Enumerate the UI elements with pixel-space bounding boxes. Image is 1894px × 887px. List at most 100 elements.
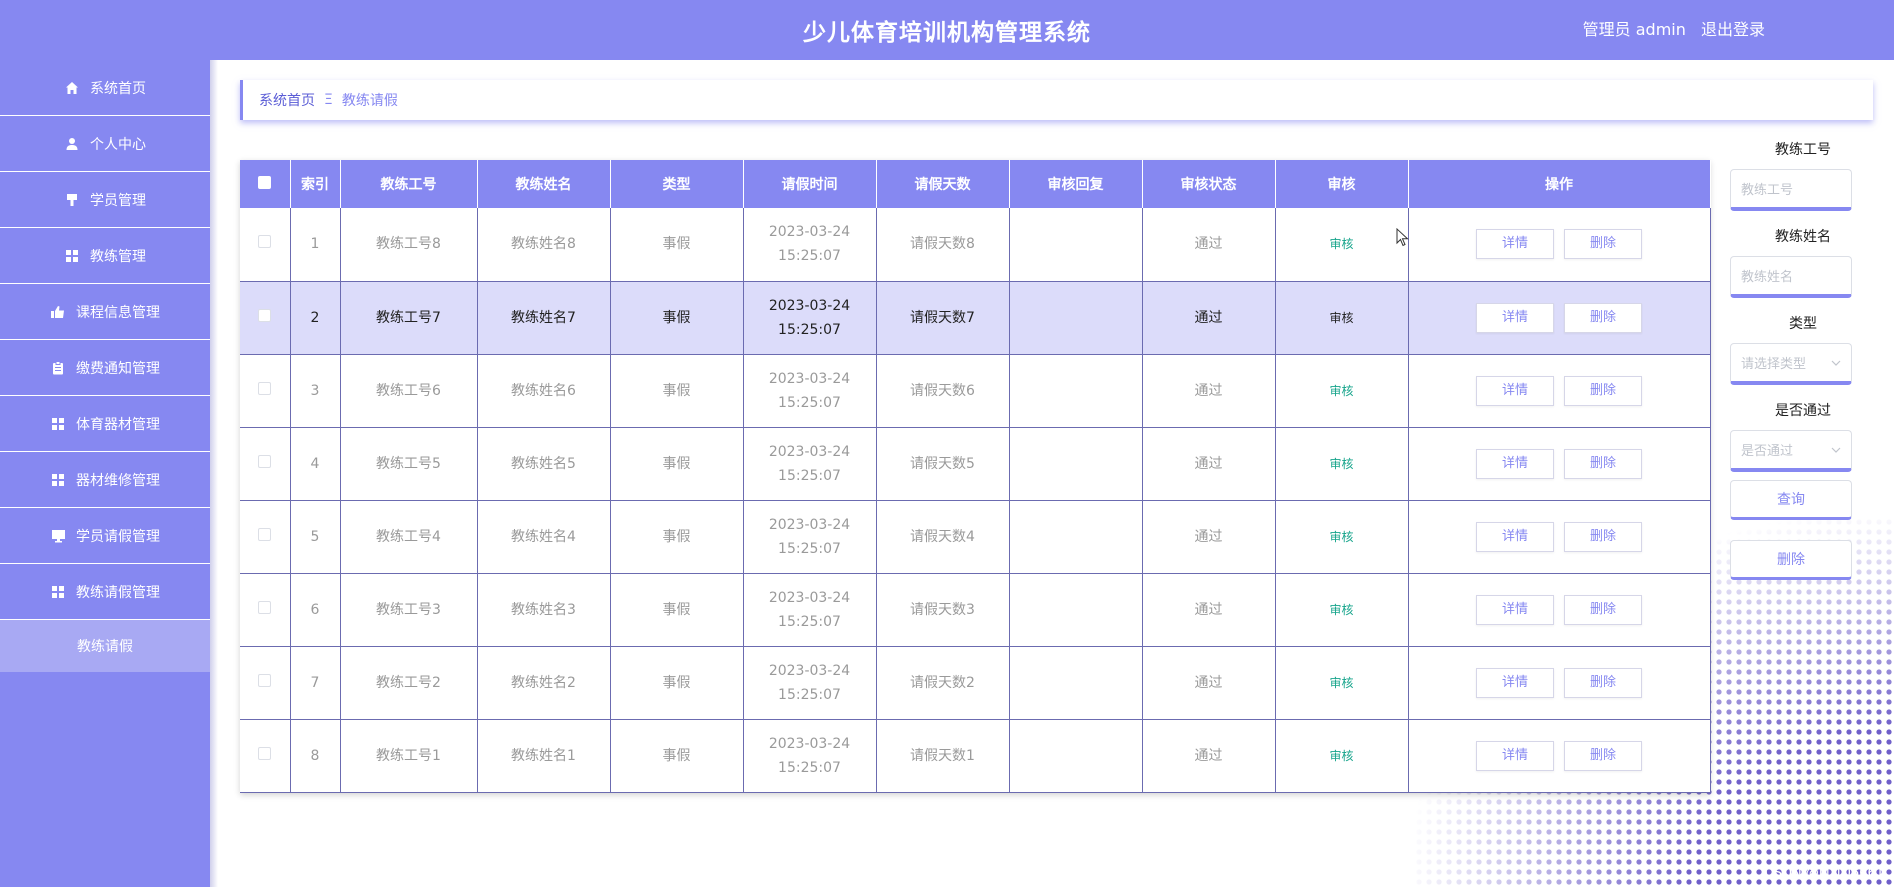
thumb-icon (50, 304, 66, 320)
type-cell: 事假 (610, 208, 744, 282)
row-checkbox[interactable] (258, 600, 272, 614)
sidebar-item-student-leave[interactable]: 学员请假管理 (0, 508, 210, 564)
grid-icon (50, 416, 66, 432)
table-row[interactable]: 5 教练工号4 教练姓名4 事假 2023-03-24 15:25:07 请假天数4 通过审… (240, 500, 1711, 574)
delete-button[interactable]: 删除 (1564, 740, 1642, 771)
table-row[interactable]: 2 教练工号7 教练姓名7 事假 2023-03-24 15:25:07 请假天数7 通过审… (240, 281, 1711, 355)
row-checkbox-cell[interactable] (240, 573, 291, 647)
status-cell: 通过 (1142, 500, 1276, 574)
sidebar-item-payment[interactable]: 缴费通知管理 (0, 340, 210, 396)
row-checkbox[interactable] (258, 454, 272, 468)
row-checkbox-cell[interactable] (240, 427, 291, 501)
table-row[interactable]: 7 教练工号2 教练姓名2 事假 2023-03-24 15:25:07 请假天数2 通过审… (240, 646, 1711, 720)
detail-button[interactable]: 详情 (1476, 229, 1554, 260)
detail-button[interactable]: 详情 (1476, 448, 1554, 479)
delete-button[interactable]: 删除 (1564, 229, 1642, 260)
batch-delete-button[interactable]: 删除 (1730, 540, 1852, 580)
actions-cell: 详情 删除 (1408, 500, 1711, 574)
audit-link[interactable]: 审核 (1275, 281, 1409, 355)
type-select[interactable]: 请选择类型 (1730, 343, 1852, 385)
days-cell: 请假天数5 (876, 427, 1010, 501)
column-header: 教练工号 (340, 160, 478, 208)
delete-button[interactable]: 删除 (1564, 594, 1642, 625)
table-row[interactable]: 8 教练工号1 教练姓名1 事假 2023-03-24 15:25:07 请假天数1 通过审… (240, 719, 1711, 793)
row-checkbox[interactable] (258, 673, 272, 687)
detail-button[interactable]: 详情 (1476, 594, 1554, 625)
reply-cell (1009, 281, 1143, 355)
time-cell: 2023-03-24 15:25:07 (743, 646, 877, 720)
index-cell: 1 (290, 208, 341, 282)
coach-no-input[interactable]: 教练工号 (1730, 169, 1852, 211)
detail-button[interactable]: 详情 (1476, 521, 1554, 552)
sidebar-item-coaches[interactable]: 教练管理 (0, 228, 210, 284)
delete-button[interactable]: 删除 (1564, 667, 1642, 698)
query-button[interactable]: 查询 (1730, 480, 1852, 520)
table-row[interactable]: 6 教练工号3 教练姓名3 事假 2023-03-24 15:25:07 请假天数3 通过审… (240, 573, 1711, 647)
grid-icon (50, 472, 66, 488)
detail-button[interactable]: 详情 (1476, 375, 1554, 406)
row-checkbox-cell[interactable] (240, 646, 291, 720)
sidebar-item-label: 教练请假管理 (76, 584, 160, 601)
sidebar-item-repair[interactable]: 器材维修管理 (0, 452, 210, 508)
time-cell: 2023-03-24 15:25:07 (743, 281, 877, 355)
coach-no-cell: 教练工号8 (340, 208, 478, 282)
select-all-checkbox[interactable] (258, 175, 272, 189)
audit-link[interactable]: 审核 (1275, 500, 1409, 574)
detail-button[interactable]: 详情 (1476, 740, 1554, 771)
table-row[interactable]: 1 教练工号8 教练姓名8 事假 2023-03-24 15:25:07 请假天数8 通过审… (240, 208, 1711, 282)
breadcrumb-home[interactable]: 系统首页 (259, 90, 315, 110)
audit-link[interactable]: 审核 (1275, 208, 1409, 282)
sidebar-item-home[interactable]: 系统首页 (0, 60, 210, 116)
detail-button[interactable]: 详情 (1476, 302, 1554, 333)
audit-link[interactable]: 审核 (1275, 354, 1409, 428)
row-checkbox[interactable] (258, 381, 272, 395)
sidebar-item-profile[interactable]: 个人中心 (0, 116, 210, 172)
row-checkbox-cell[interactable] (240, 281, 291, 355)
actions-cell: 详情 删除 (1408, 208, 1711, 282)
sidebar-item-courses[interactable]: 课程信息管理 (0, 284, 210, 340)
index-cell: 8 (290, 719, 341, 793)
audit-link[interactable]: 审核 (1275, 646, 1409, 720)
logout-link[interactable]: 退出登录 (1701, 20, 1765, 39)
sidebar-subitem-coach-leave[interactable]: 教练请假 (0, 620, 210, 672)
time-value: 2023-03-24 15:25:07 (768, 589, 851, 630)
detail-button[interactable]: 详情 (1476, 667, 1554, 698)
coach-name-cell: 教练姓名8 (477, 208, 611, 282)
row-checkbox-cell[interactable] (240, 354, 291, 428)
chevron-down-icon (1831, 355, 1841, 370)
time-value: 2023-03-24 15:25:07 (768, 516, 851, 557)
passed-select[interactable]: 是否通过 (1730, 430, 1852, 472)
mouse-cursor-icon (1396, 227, 1410, 252)
index-cell: 5 (290, 500, 341, 574)
sidebar-item-students[interactable]: 学员管理 (0, 172, 210, 228)
delete-button[interactable]: 删除 (1564, 302, 1642, 333)
status-cell: 通过 (1142, 281, 1276, 355)
sidebar-item-coach-leave[interactable]: 教练请假管理 (0, 564, 210, 620)
row-checkbox-cell[interactable] (240, 719, 291, 793)
table-row[interactable]: 4 教练工号5 教练姓名5 事假 2023-03-24 15:25:07 请假天数5 通过审… (240, 427, 1711, 501)
sidebar-item-label: 体育器材管理 (76, 416, 160, 433)
delete-button[interactable]: 删除 (1564, 375, 1642, 406)
sidebar-item-label: 器材维修管理 (76, 472, 160, 489)
sidebar-item-equipment[interactable]: 体育器材管理 (0, 396, 210, 452)
row-checkbox[interactable] (258, 308, 272, 322)
row-checkbox[interactable] (258, 527, 272, 541)
row-checkbox[interactable] (258, 746, 272, 760)
days-cell: 请假天数3 (876, 573, 1010, 647)
row-checkbox-cell[interactable] (240, 208, 291, 282)
status-cell: 通过 (1142, 427, 1276, 501)
audit-link[interactable]: 审核 (1275, 719, 1409, 793)
reply-cell (1009, 427, 1143, 501)
select-all-header[interactable] (240, 160, 291, 208)
row-checkbox[interactable] (258, 235, 272, 249)
user-label: 管理员 admin (1582, 20, 1686, 39)
row-checkbox-cell[interactable] (240, 500, 291, 574)
audit-link[interactable]: 审核 (1275, 427, 1409, 501)
delete-button[interactable]: 删除 (1564, 448, 1642, 479)
time-cell: 2023-03-24 15:25:07 (743, 427, 877, 501)
audit-link[interactable]: 审核 (1275, 573, 1409, 647)
table-row[interactable]: 3 教练工号6 教练姓名6 事假 2023-03-24 15:25:07 请假天数6 通过审… (240, 354, 1711, 428)
time-value: 2023-03-24 15:25:07 (768, 370, 851, 411)
delete-button[interactable]: 删除 (1564, 521, 1642, 552)
coach-name-input[interactable]: 教练姓名 (1730, 256, 1852, 298)
